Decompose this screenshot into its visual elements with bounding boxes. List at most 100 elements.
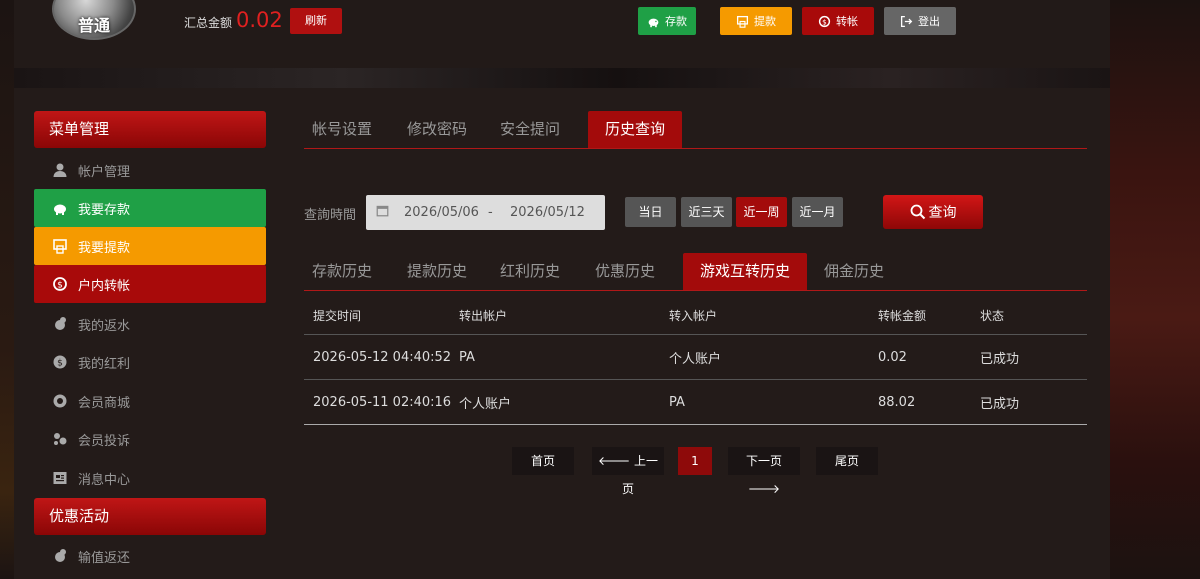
- logout-button[interactable]: 登出: [884, 7, 956, 35]
- total-balance-label: 汇总金额: [184, 16, 233, 30]
- rebate-icon: [52, 316, 68, 332]
- sidebar-item-loss-rebate[interactable]: 输值返还: [34, 537, 266, 575]
- sidebar-item-deposit[interactable]: 我要存款: [34, 189, 266, 227]
- sidebar-item-transfer[interactable]: $ 户内转帐: [34, 265, 266, 303]
- last-page-button[interactable]: 尾页: [816, 447, 878, 475]
- tab-account-settings[interactable]: 帐号设置: [304, 111, 380, 148]
- sidebar-item-label: 帐户管理: [78, 164, 131, 180]
- account-tabs: 帐号设置 修改密码 安全提问 历史查询: [304, 111, 1087, 149]
- rebate-icon: [52, 548, 68, 564]
- sidebar-item-shop[interactable]: 会员商城: [34, 382, 266, 420]
- next-page-button[interactable]: 下一页 🡒: [728, 447, 800, 496]
- tab-change-password[interactable]: 修改密码: [399, 111, 475, 148]
- tab-withdraw-history[interactable]: 提款历史: [399, 253, 475, 290]
- sidebar-item-label: 我要提款: [78, 240, 131, 256]
- header-divider-band: [14, 68, 1110, 88]
- sidebar-item-rebate[interactable]: 我的返水: [34, 305, 266, 343]
- sidebar-item-messages[interactable]: 消息中心: [34, 459, 266, 497]
- message-icon: [52, 470, 68, 486]
- tab-history-query[interactable]: 历史查询: [588, 111, 682, 148]
- shop-icon: [52, 393, 68, 409]
- svg-text:$: $: [57, 359, 63, 369]
- transfer-history-table: 提交时间 转出帐户 转入帐户 转帐金额 状态 2026-05-12 04:40:…: [304, 297, 1087, 425]
- logout-button-label: 登出: [918, 15, 940, 28]
- atm-icon: [736, 15, 749, 28]
- withdraw-button[interactable]: 提款: [720, 7, 792, 35]
- tab-bonus-history[interactable]: 红利历史: [492, 253, 568, 290]
- sidebar-item-account[interactable]: 帐户管理: [34, 151, 266, 189]
- logout-icon: [900, 15, 913, 27]
- sidebar-item-label: 输值返还: [78, 550, 131, 566]
- search-icon: [910, 204, 925, 220]
- svg-text:$: $: [822, 17, 827, 26]
- promotions-header: 优惠活动: [34, 498, 266, 535]
- sidebar-item-label: 我的返水: [78, 318, 131, 334]
- cell-submit-time: 2026-05-11 02:40:16: [313, 394, 452, 410]
- user-icon: [52, 162, 68, 178]
- background-right-decoration: [1108, 0, 1200, 579]
- cell-status: 已成功: [980, 396, 1020, 412]
- cell-status: 已成功: [980, 351, 1020, 367]
- sidebar-item-label: 我的红利: [78, 356, 131, 372]
- cell-from-account: 个人账户: [459, 396, 512, 412]
- arrow-right-icon: 🡒: [747, 482, 781, 496]
- cell-to-account: 个人账户: [669, 351, 722, 367]
- tab-commission-history[interactable]: 佣金历史: [816, 253, 892, 290]
- menu-management-header: 菜单管理: [34, 111, 266, 148]
- next-page-label: 下一页: [745, 454, 782, 468]
- piggy-bank-icon: [648, 18, 659, 27]
- calendar-icon: [376, 204, 389, 221]
- table-row: 2026-05-12 04:40:52 PA 个人账户 0.02 已成功: [304, 335, 1087, 380]
- sidebar-item-withdraw[interactable]: 我要提款: [34, 227, 266, 265]
- range-month-button[interactable]: 近一月: [792, 197, 843, 227]
- transfer-button[interactable]: $ 转帐: [802, 7, 874, 35]
- cell-submit-time: 2026-05-12 04:40:52: [313, 349, 452, 365]
- column-header: 提交时间: [313, 309, 362, 323]
- tab-promo-history[interactable]: 优惠历史: [587, 253, 663, 290]
- query-time-label: 查詢時間: [304, 208, 357, 223]
- sidebar-item-label: 会员投诉: [78, 433, 131, 449]
- deposit-button-label: 存款: [665, 15, 687, 28]
- sidebar-item-label: 会员商城: [78, 395, 131, 411]
- table-row: 2026-05-11 02:40:16 个人账户 PA 88.02 已成功: [304, 380, 1087, 425]
- complaint-icon: [52, 431, 68, 447]
- prev-page-button[interactable]: 🡐 上一页: [592, 447, 664, 496]
- withdraw-button-label: 提款: [754, 15, 776, 28]
- search-button[interactable]: 查询: [883, 195, 983, 229]
- range-week-button[interactable]: 近一周: [736, 197, 787, 227]
- cell-to-account: PA: [669, 394, 685, 410]
- tab-security-question[interactable]: 安全提问: [492, 111, 568, 148]
- sidebar-item-bonus[interactable]: $ 我的红利: [34, 343, 266, 381]
- cell-amount: 88.02: [878, 394, 916, 410]
- transfer-button-label: 转帐: [836, 15, 858, 28]
- cell-from-account: PA: [459, 349, 475, 365]
- svg-text:$: $: [57, 281, 63, 291]
- column-header: 转出帐户: [459, 309, 508, 323]
- search-button-label: 查询: [928, 205, 957, 221]
- range-today-button[interactable]: 当日: [625, 197, 676, 227]
- date-range-input[interactable]: 2026/05/06 - 2026/05/12: [366, 195, 605, 230]
- vip-level-avatar: 普通: [52, 0, 136, 40]
- total-balance-value: 0.02: [236, 8, 283, 32]
- history-type-tabs: 存款历史 提款历史 红利历史 优惠历史 游戏互转历史 佣金历史: [304, 253, 1087, 291]
- end-date: 2026/05/12: [510, 205, 585, 220]
- range-3days-button[interactable]: 近三天: [681, 197, 732, 227]
- date-separator: -: [488, 205, 493, 220]
- sidebar-item-label: 户内转帐: [78, 278, 131, 294]
- tab-deposit-history[interactable]: 存款历史: [304, 253, 380, 290]
- sidebar-item-complaint[interactable]: 会员投诉: [34, 420, 266, 458]
- deposit-button[interactable]: 存款: [638, 7, 696, 35]
- first-page-button[interactable]: 首页: [512, 447, 574, 475]
- table-header-row: 提交时间 转出帐户 转入帐户 转帐金额 状态: [304, 297, 1087, 335]
- arrow-left-icon: 🡐: [597, 454, 631, 468]
- current-page[interactable]: 1: [678, 447, 712, 475]
- column-header: 转入帐户: [669, 309, 718, 323]
- bonus-icon: $: [52, 354, 68, 370]
- sidebar-item-label: 消息中心: [78, 472, 131, 488]
- refresh-button[interactable]: 刷新: [290, 8, 342, 34]
- column-header: 状态: [980, 309, 1005, 323]
- tab-game-transfer-history[interactable]: 游戏互转历史: [683, 253, 807, 290]
- start-date: 2026/05/06: [404, 205, 479, 220]
- main-container: 普通 汇总金额 0.02 刷新 存款 提款 $ 转帐 登出 菜单管理 帐户管理 …: [14, 0, 1110, 579]
- cell-amount: 0.02: [878, 349, 907, 365]
